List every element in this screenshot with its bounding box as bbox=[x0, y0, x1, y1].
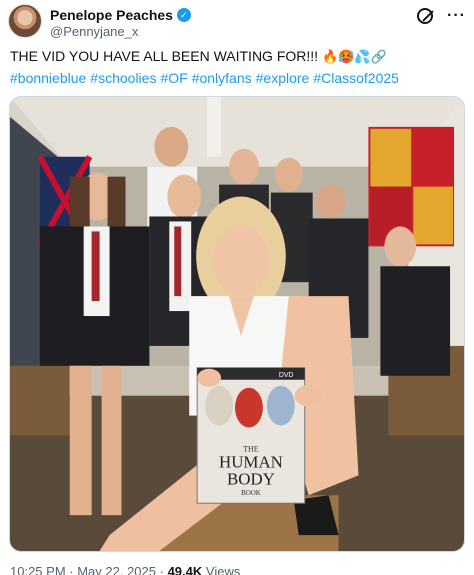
hashtag-link[interactable]: #onlyfans bbox=[192, 70, 252, 86]
book-format: DVD bbox=[279, 372, 294, 379]
views-count: 49.4K bbox=[167, 564, 203, 575]
tweet-media-image[interactable]: DK DVD THE HUMAN BODY BOOK bbox=[9, 96, 465, 552]
hashtag-link[interactable]: #schoolies bbox=[90, 70, 156, 86]
handle[interactable]: @Pennyjane_x bbox=[50, 24, 138, 39]
tweet-emojis: 🔥🥵💦🔗 bbox=[321, 50, 387, 65]
name-row: Penelope Peaches ✓ bbox=[50, 7, 191, 23]
hashtag-link[interactable]: #OF bbox=[160, 70, 187, 86]
post-time[interactable]: 10:25 PM bbox=[10, 564, 66, 575]
verified-badge-icon[interactable]: ✓ bbox=[176, 8, 191, 22]
hashtag-list: #bonnieblue #schoolies #OF #onlyfans #explor… bbox=[10, 68, 466, 88]
header-actions: ··· bbox=[417, 8, 466, 24]
book-title-body: BODY bbox=[227, 469, 275, 488]
tweet-text: THE VID YOU HAVE ALL BEEN WAITING FOR!!! bbox=[10, 48, 319, 64]
hashtag-link[interactable]: #explore bbox=[256, 70, 310, 86]
tweet-meta: 10:25 PM · May 22, 2025 · 49.4K Views bbox=[10, 564, 240, 575]
hashtag-link[interactable]: #Classof2025 bbox=[313, 70, 399, 86]
classroom-photo: DK DVD THE HUMAN BODY BOOK bbox=[10, 97, 464, 551]
views-label: Views bbox=[205, 564, 241, 575]
display-name[interactable]: Penelope Peaches bbox=[50, 7, 173, 23]
hashtag-link[interactable]: #bonnieblue bbox=[10, 70, 86, 86]
grok-icon[interactable] bbox=[417, 8, 434, 24]
tweet-body: THE VID YOU HAVE ALL BEEN WAITING FOR!!!… bbox=[10, 46, 466, 88]
avatar[interactable] bbox=[8, 4, 42, 38]
post-date[interactable]: May 22, 2025 bbox=[77, 564, 156, 575]
book-title-book: BOOK bbox=[241, 489, 261, 497]
tweet-header: Penelope Peaches ✓ @Pennyjane_x ··· bbox=[8, 4, 466, 40]
more-options-icon[interactable]: ··· bbox=[447, 8, 466, 24]
